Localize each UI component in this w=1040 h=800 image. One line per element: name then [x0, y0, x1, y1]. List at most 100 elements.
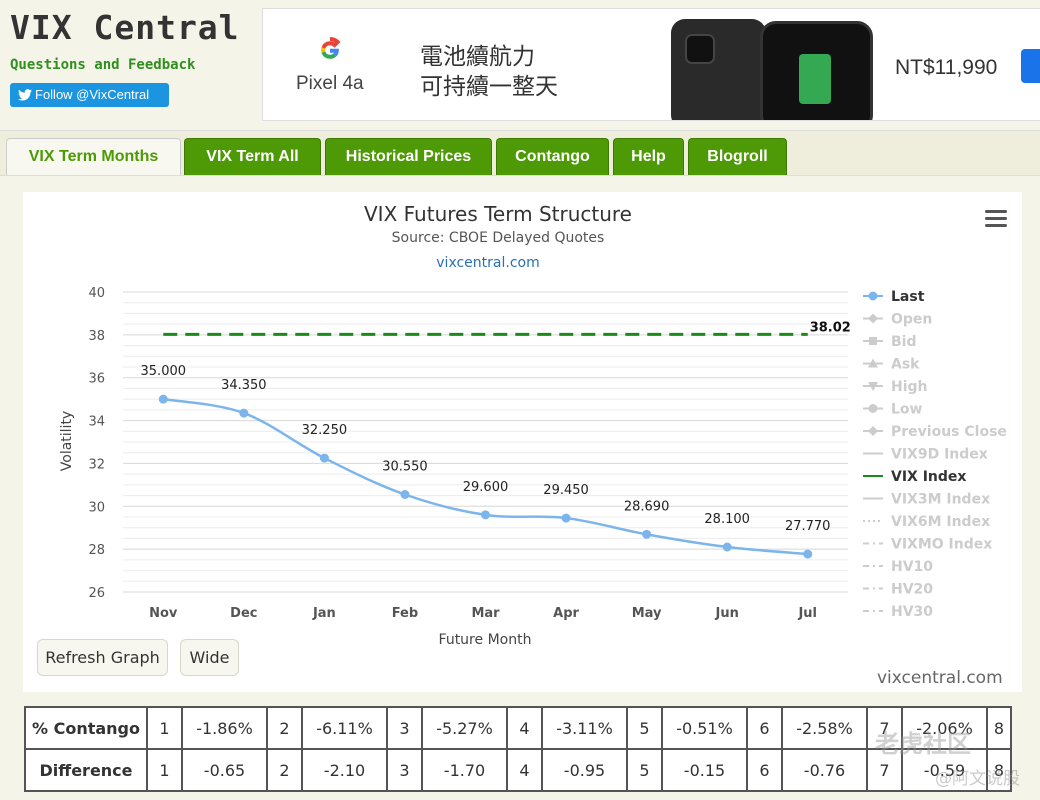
table-cell: 8: [986, 706, 1012, 750]
legend-item[interactable]: High: [863, 379, 928, 395]
legend-item[interactable]: VIX3M Index: [863, 492, 990, 508]
battery-icon: [799, 54, 831, 104]
table-cell: -0.51%: [661, 706, 748, 750]
last-data-label: 35.000: [141, 364, 187, 379]
legend-item[interactable]: Bid: [863, 334, 917, 350]
camera-icon: [685, 34, 715, 64]
table-cell: 2: [266, 706, 303, 750]
table-cell: 5: [626, 748, 663, 792]
tab-historical-prices[interactable]: Historical Prices: [325, 138, 492, 175]
legend-item[interactable]: VIX Index: [863, 469, 966, 485]
table-cell: 3: [386, 706, 423, 750]
table-cell: 3: [386, 748, 423, 792]
x-tick-label: May: [632, 606, 662, 621]
legend-label: VIXMO Index: [891, 537, 992, 553]
tab-vix-term-months[interactable]: VIX Term Months: [6, 138, 181, 175]
site-title[interactable]: VIX Central: [10, 8, 240, 47]
legend-label: VIX6M Index: [891, 514, 990, 530]
legend-label: HV30: [891, 604, 933, 620]
y-tick-label: 30: [88, 500, 105, 515]
table-cell: 4: [506, 748, 543, 792]
y-tick-label: 34: [88, 415, 105, 430]
follow-label: Follow @VixCentral: [35, 87, 150, 102]
chart-legend: Last Open Bid Ask High Low Previous Close VIX9D…: [863, 289, 1007, 620]
row-label-contango: % Contango: [24, 706, 148, 750]
vix-index-label: 38.02: [810, 320, 851, 335]
tab-help[interactable]: Help: [613, 138, 684, 175]
chart-subtitle: Source: CBOE Delayed Quotes: [392, 230, 605, 246]
legend-item[interactable]: Previous Close: [863, 424, 1007, 440]
tab-blogroll[interactable]: Blogroll: [688, 138, 787, 175]
y-axis-title: Volatility: [59, 411, 75, 471]
table-cell: -0.95: [541, 748, 628, 792]
last-data-point: [561, 513, 571, 523]
legend-label: HV10: [891, 559, 933, 575]
legend-item[interactable]: VIX9D Index: [863, 447, 988, 463]
legend-item[interactable]: VIXMO Index: [863, 537, 992, 553]
table-cell: -3.11%: [541, 706, 628, 750]
legend-diamond-icon: [868, 313, 878, 324]
table-cell: -0.15: [661, 748, 748, 792]
legend-item[interactable]: Open: [863, 312, 932, 328]
y-tick-label: 32: [88, 457, 105, 472]
table-row: Difference 1 -0.65 2 -2.10 3 -1.70 4 -0.…: [24, 748, 1012, 792]
google-logo-icon: [321, 36, 341, 59]
legend-square-icon: [869, 337, 877, 345]
x-tick-label: Mar: [471, 606, 500, 621]
tab-vix-term-all[interactable]: VIX Term All: [184, 138, 321, 175]
chart-menu-icon[interactable]: [985, 210, 1007, 228]
last-data-point: [722, 542, 732, 552]
table-cell: -2.58%: [781, 706, 868, 750]
table-cell: -1.86%: [181, 706, 268, 750]
last-series-line: [163, 397, 808, 556]
last-data-point: [481, 510, 490, 520]
feedback-link[interactable]: Questions and Feedback: [10, 57, 195, 73]
table-cell: -0.76: [781, 748, 868, 792]
credit-link[interactable]: vixcentral.com: [877, 668, 1003, 688]
legend-label: VIX3M Index: [891, 492, 990, 508]
table-cell: 5: [626, 706, 663, 750]
x-tick-label: Jan: [312, 606, 336, 621]
chart-site-label[interactable]: vixcentral.com: [436, 255, 539, 271]
table-cell: -2.10: [301, 748, 388, 792]
x-tick-label: Apr: [553, 606, 579, 621]
phone-back-image: [671, 19, 766, 120]
last-data-label: 28.100: [704, 512, 750, 527]
legend-item[interactable]: HV20: [863, 582, 933, 598]
last-data-point: [239, 408, 249, 418]
table-cell: 6: [746, 706, 783, 750]
ad-cta-button[interactable]: [1021, 49, 1040, 83]
site-header: VIX Central Questions and Feedback Follo…: [0, 0, 1040, 125]
legend-item[interactable]: HV30: [863, 604, 933, 620]
last-data-label: 34.350: [221, 378, 267, 393]
tab-contango[interactable]: Contango: [496, 138, 609, 175]
last-data-label: 29.600: [463, 480, 509, 495]
legend-label: High: [891, 379, 928, 395]
ad-banner[interactable]: Pixel 4a 電池續航力 可持續一整天 NT$11,990: [262, 8, 1040, 121]
legend-item[interactable]: Ask: [863, 357, 920, 373]
x-tick-label: Nov: [149, 606, 178, 621]
legend-label: Bid: [891, 334, 917, 350]
x-tick-label: Dec: [230, 606, 257, 621]
contango-table: % Contango 1 -1.86% 2 -6.11% 3 -5.27% 4 …: [24, 706, 1012, 792]
wide-button[interactable]: Wide: [180, 639, 239, 676]
table-row: % Contango 1 -1.86% 2 -6.11% 3 -5.27% 4 …: [24, 706, 1012, 750]
ad-headline-2: 可持續一整天: [420, 74, 558, 100]
legend-item[interactable]: VIX6M Index: [863, 514, 990, 530]
twitter-follow-button[interactable]: Follow @VixCentral: [10, 83, 169, 107]
legend-item[interactable]: Last: [863, 289, 925, 305]
legend-label: VIX Index: [891, 469, 966, 485]
y-tick-label: 26: [88, 586, 105, 601]
refresh-graph-button[interactable]: Refresh Graph: [37, 639, 168, 676]
watermark-text: 老虎社区: [875, 730, 971, 758]
legend-label: HV20: [891, 582, 933, 598]
legend-item[interactable]: HV10: [863, 559, 933, 575]
legend-circle-icon: [868, 291, 878, 301]
legend-label: Last: [891, 289, 925, 305]
table-cell: 2: [266, 748, 303, 792]
table-cell: -6.11%: [301, 706, 388, 750]
legend-item[interactable]: Low: [863, 402, 923, 418]
legend-diamond-icon: [868, 426, 878, 436]
table-cell: -0.65: [181, 748, 268, 792]
table-cell: 1: [146, 748, 183, 792]
